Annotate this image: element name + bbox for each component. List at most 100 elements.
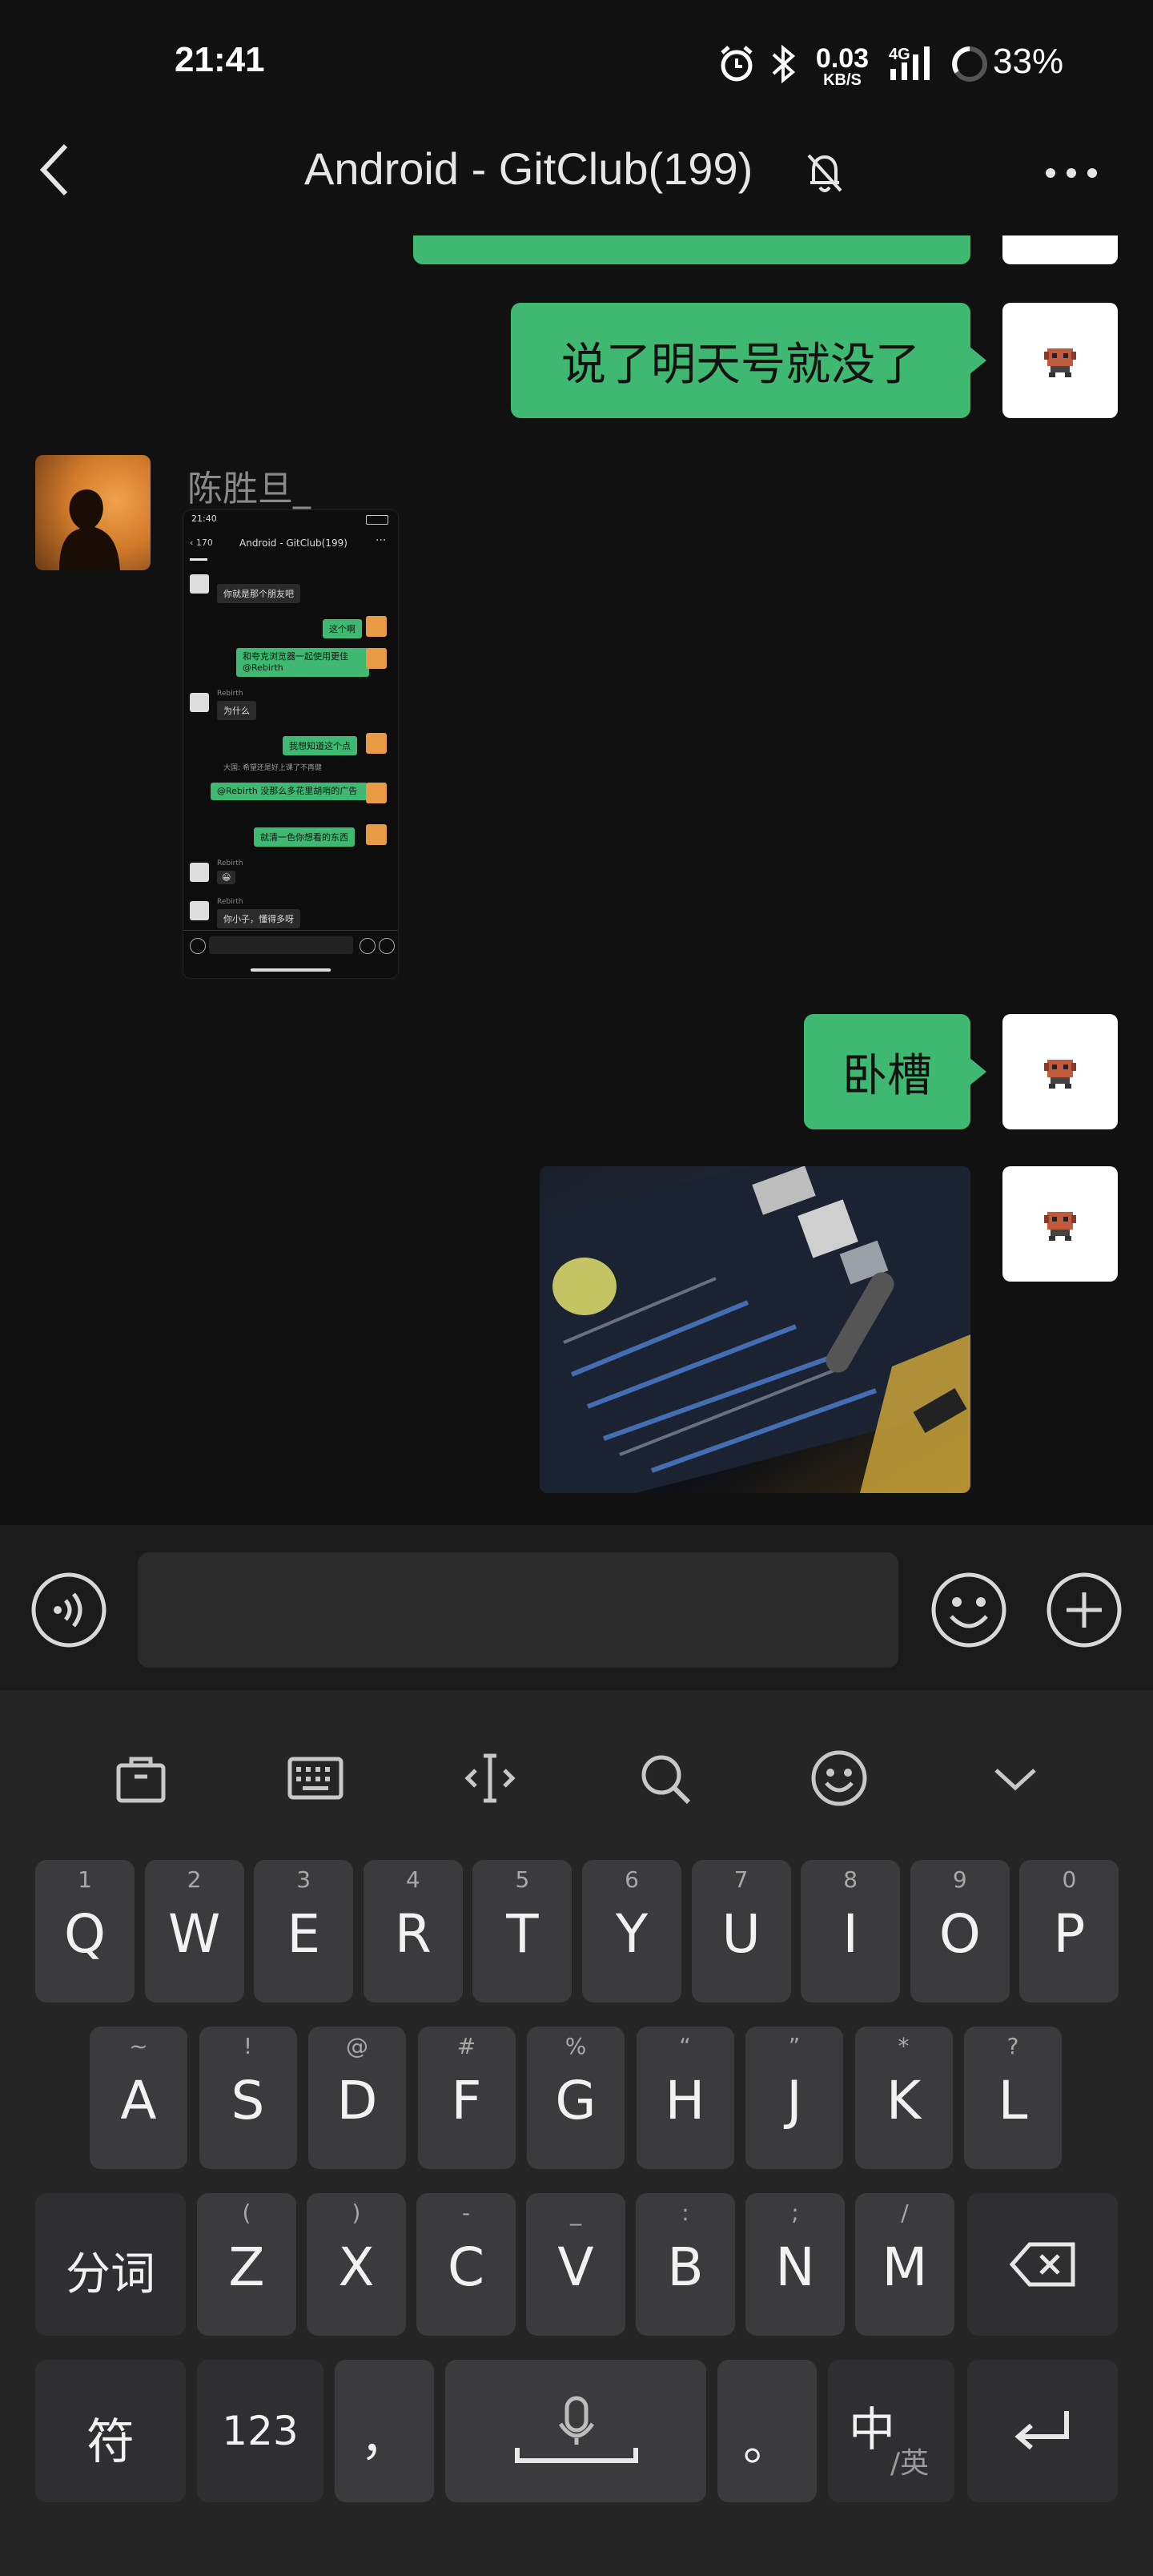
embedded-divider [183,930,398,931]
search-tool-button[interactable] [625,1738,705,1818]
key-label: O [938,1903,981,1965]
embedded-avatar [190,693,209,712]
key-i[interactable]: 8I [801,1860,901,2002]
more-actions-button[interactable] [1044,1570,1124,1650]
symbols-key[interactable]: 符 [35,2360,186,2502]
key-w[interactable]: 2W [144,1860,244,2002]
period-key[interactable]: 。 [717,2360,817,2502]
key-g[interactable]: % G [527,2027,625,2169]
key-h[interactable]: “H [636,2027,734,2169]
alarm-icon [716,40,757,88]
key-hint: 4 [405,1866,420,1893]
key-p[interactable]: 0P [1019,1860,1119,2002]
key-label: I [842,1903,858,1965]
emoji-button[interactable] [929,1570,1009,1650]
key-c[interactable]: -C [416,2193,516,2336]
voice-input-button[interactable] [29,1570,109,1650]
key-hint: 5 [515,1866,530,1893]
image-message-photo[interactable] [540,1166,970,1493]
key-d[interactable]: @ D [308,2027,406,2169]
enter-key[interactable] [967,2360,1118,2502]
embedded-plus-icon [379,938,395,954]
other-avatar[interactable] [35,455,151,570]
key-n[interactable]: ; N [745,2193,845,2336]
keyboard-icon [287,1757,343,1800]
mute-bell-icon [802,149,847,200]
key-v[interactable]: _ V [526,2193,625,2336]
space-key[interactable] [445,2360,706,2502]
numbers-key[interactable]: 123 [197,2360,323,2502]
previous-message-bubble[interactable] [413,235,970,264]
pixel-creature-icon [1044,1212,1076,1241]
key-t[interactable]: 5T [472,1860,572,2002]
key-r[interactable]: 4R [363,1860,463,2002]
embedded-bubble: 这个啊 [323,619,362,638]
message-bubble[interactable]: 说了明天号就没了 [511,303,986,418]
language-switch-key[interactable]: 中 /英 [828,2360,954,2502]
key-f[interactable]: # F [417,2027,516,2169]
embedded-avatar [190,901,209,920]
key-l[interactable]: ? L [964,2027,1062,2169]
embedded-avatar [190,863,209,882]
image-message-screenshot[interactable]: 21:40 ‹ 170 Android - GitClub(199) ··· 你… [183,509,399,979]
key-hint: @ [346,2033,368,2059]
key-label: D [336,2070,378,2131]
backspace-key[interactable] [967,2193,1118,2336]
key-hint: ) [352,2200,361,2226]
key-label: J [786,2070,802,2131]
embedded-avatar [366,733,387,754]
battery-ring-icon [950,40,990,88]
self-avatar[interactable] [1002,303,1118,418]
embedded-back: ‹ 170 [190,537,213,548]
embedded-bubble: 😀 [217,871,236,884]
embedded-name: Rebirth [217,898,243,906]
key-hint: 2 [187,1866,202,1893]
embedded-avatar [190,574,209,594]
embedded-input [209,936,353,954]
collapse-keyboard-button[interactable] [975,1738,1055,1818]
back-button[interactable] [32,138,80,202]
key-u[interactable]: 7U [691,1860,791,2002]
key-o[interactable]: 9O [910,1860,1010,2002]
clipboard-tool-button[interactable] [101,1738,181,1818]
key-label: V [557,2236,594,2298]
key-label: Z [228,2236,265,2298]
key-hint: 3 [296,1866,311,1893]
key-e[interactable]: 3E [254,1860,354,2002]
key-a[interactable]: ~ A [90,2027,187,2169]
battery-percent: 33% [993,42,1064,81]
key-x[interactable]: ) X [307,2193,406,2336]
key-hint: 7 [733,1866,749,1893]
key-hint: 9 [952,1866,967,1893]
key-z[interactable]: (Z [197,2193,296,2336]
embedded-bubble: @Rebirth 没那么多花里胡哨的广告 [211,783,368,800]
plus-icon [1047,1572,1122,1648]
self-avatar[interactable] [1002,235,1118,264]
bluetooth-icon [765,40,802,88]
self-avatar[interactable] [1002,1014,1118,1129]
more-options-button[interactable] [1041,157,1105,189]
key-m[interactable]: / M [855,2193,954,2336]
embedded-avatar [366,783,387,803]
comma-key[interactable]: ， [335,2360,434,2502]
shift-segment-key[interactable]: 分词 [35,2193,186,2336]
key-j[interactable]: ” J [745,2027,843,2169]
key-q[interactable]: 1Q [35,1860,135,2002]
keyboard-layout-button[interactable] [275,1738,356,1818]
pixel-creature-icon [1044,1060,1076,1089]
self-avatar[interactable] [1002,1166,1118,1282]
cursor-tool-button[interactable] [450,1738,530,1818]
message-input[interactable] [138,1552,898,1668]
key-label: U [721,1903,761,1965]
key-hint: 1 [78,1866,92,1893]
message-bubble[interactable]: 卧槽 [804,1014,986,1129]
svg-text:4G: 4G [889,46,910,63]
key-s[interactable]: ! S [199,2027,297,2169]
key-k[interactable]: * K [854,2027,953,2169]
voice-icon [31,1572,106,1648]
key-b[interactable]: :B [636,2193,735,2336]
key-hint: 0 [1062,1866,1077,1893]
emoji-tool-button[interactable] [799,1738,879,1818]
key-y[interactable]: 6Y [582,1860,681,2002]
key-hint: 6 [625,1866,639,1893]
